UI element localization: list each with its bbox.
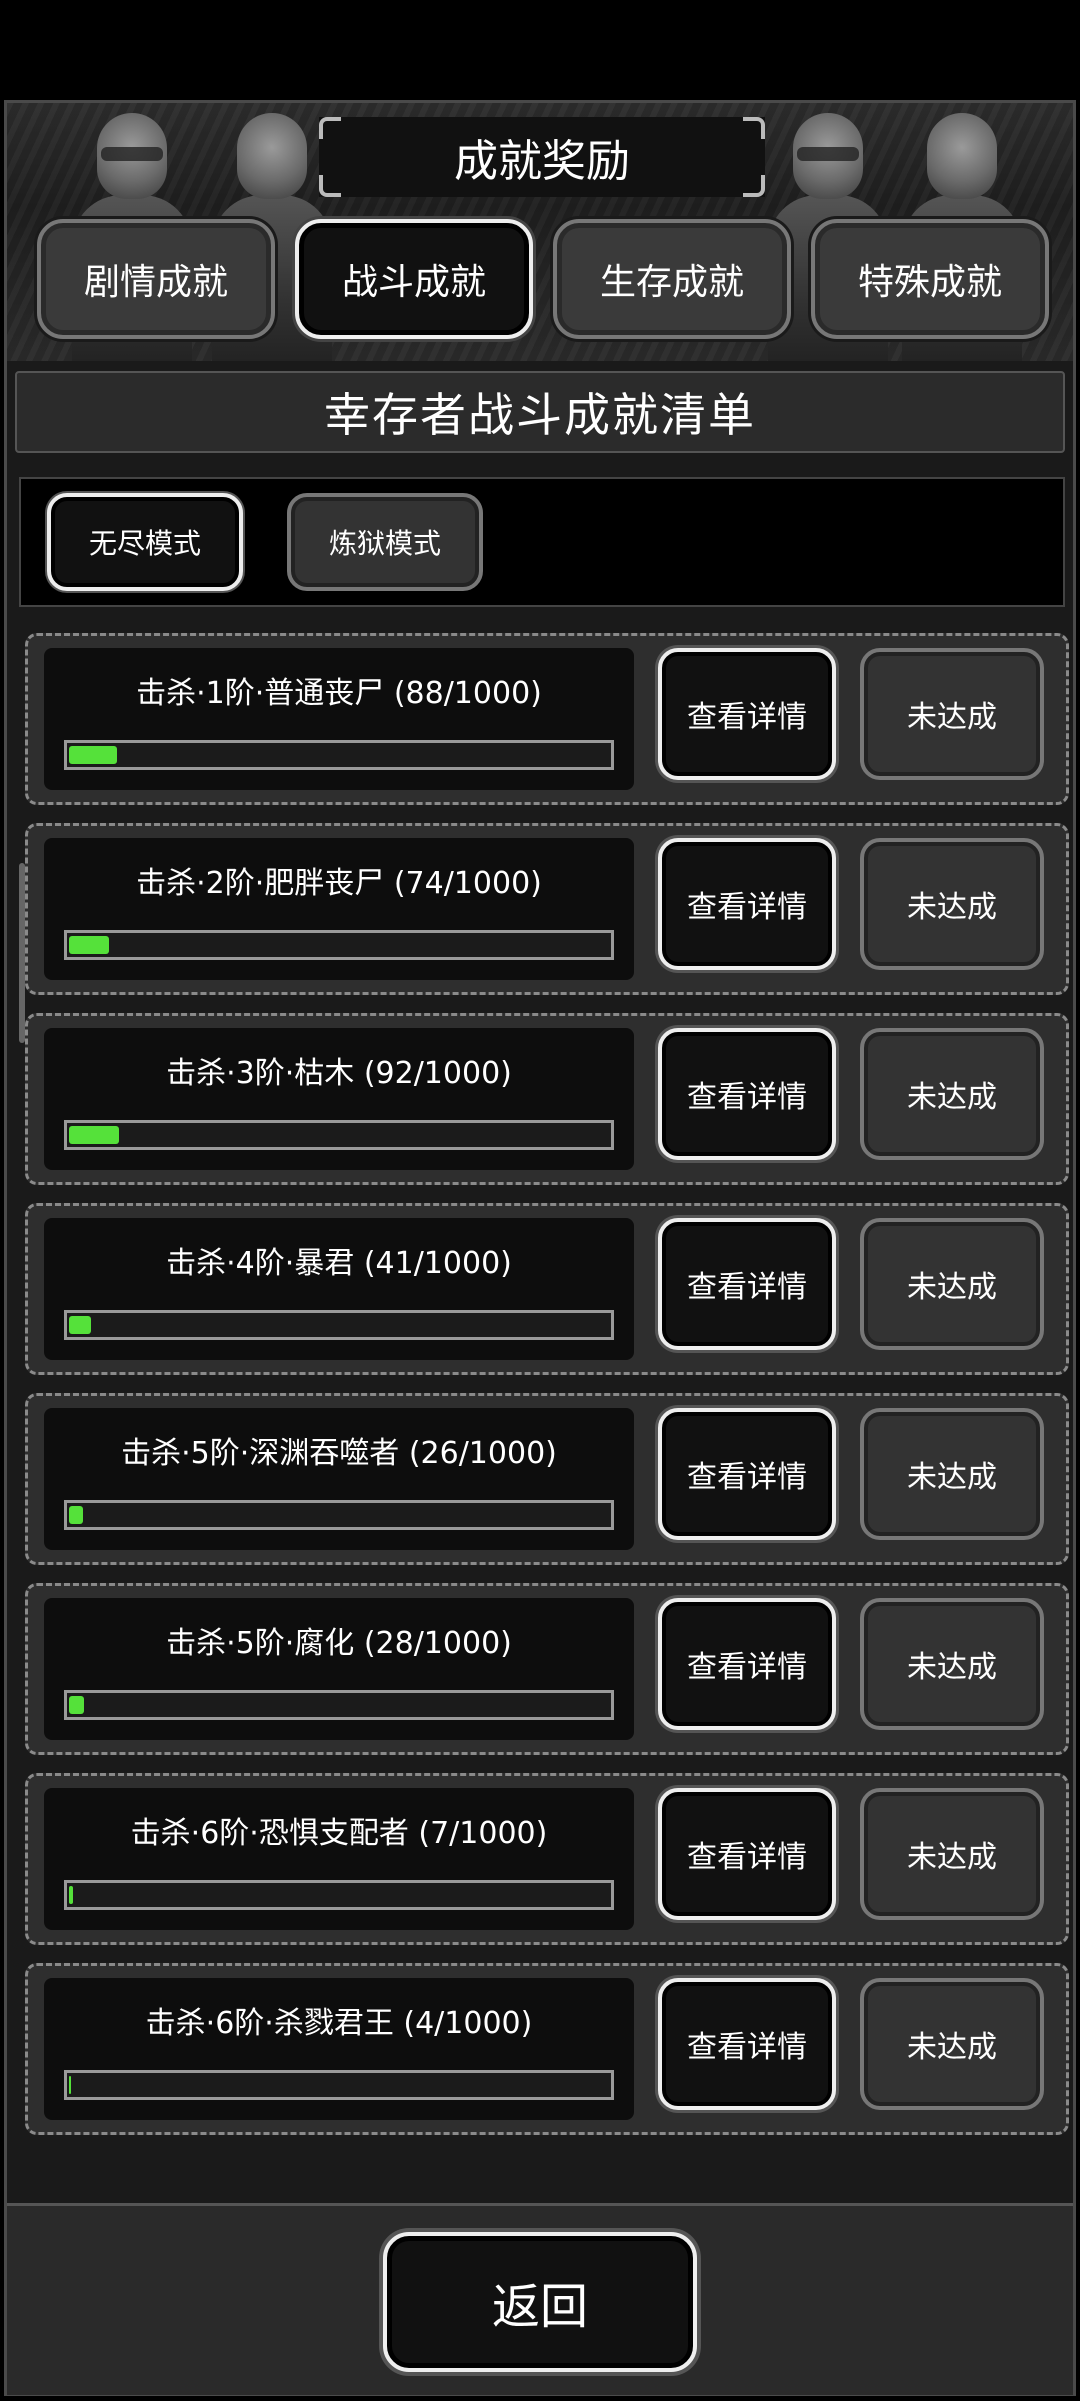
footer-bar: 返回 [7,2203,1073,2395]
achievement-info: 击杀·4阶·暴君 (41/1000) [44,1218,634,1360]
tab-label: 特殊成就 [857,262,1002,303]
mode-inferno-button[interactable]: 炼狱模式 [287,493,483,591]
view-details-label: 查看详情 [687,1080,807,1115]
status-label: 未达成 [907,1840,997,1875]
list-heading-text: 幸存者战斗成就清单 [324,388,756,442]
status-label: 未达成 [907,1080,997,1115]
view-details-label: 查看详情 [687,1840,807,1875]
achievement-label: 击杀·3阶·枯木 (92/1000) [166,1056,512,1091]
achievement-label: 击杀·2阶·肥胖丧尸 (74/1000) [136,866,542,901]
progress-bar [64,1880,614,1910]
achievement-row: 击杀·3阶·枯木 (92/1000) 查看详情 未达成 [25,1013,1069,1185]
progress-fill [69,1886,73,1904]
progress-fill [69,1126,119,1144]
view-details-button[interactable]: 查看详情 [658,648,836,780]
view-details-button[interactable]: 查看详情 [658,1218,836,1350]
progress-fill [69,2076,71,2094]
status-button[interactable]: 未达成 [860,1028,1044,1160]
achievement-info: 击杀·1阶·普通丧尸 (88/1000) [44,648,634,790]
achievement-row: 击杀·6阶·恐惧支配者 (7/1000) 查看详情 未达成 [25,1773,1069,1945]
achievement-row: 击杀·1阶·普通丧尸 (88/1000) 查看详情 未达成 [25,633,1069,805]
status-button[interactable]: 未达成 [860,838,1044,970]
category-tabs: 剧情成就 战斗成就 生存成就 特殊成就 [37,219,1049,339]
back-label: 返回 [491,2279,588,2335]
achievement-info: 击杀·6阶·恐惧支配者 (7/1000) [44,1788,634,1930]
tab-survival[interactable]: 生存成就 [553,219,791,339]
status-button[interactable]: 未达成 [860,648,1044,780]
tab-story[interactable]: 剧情成就 [37,219,275,339]
view-details-label: 查看详情 [687,700,807,735]
achievement-info: 击杀·2阶·肥胖丧尸 (74/1000) [44,838,634,980]
status-label: 未达成 [907,2030,997,2065]
status-label: 未达成 [907,700,997,735]
title-frame: 成就奖励 [319,117,765,197]
status-label: 未达成 [907,1270,997,1305]
progress-bar [64,1690,614,1720]
header-banner: 成就奖励 剧情成就 战斗成就 生存成就 特殊成就 [7,103,1073,361]
status-button[interactable]: 未达成 [860,1598,1044,1730]
view-details-button[interactable]: 查看详情 [658,838,836,970]
status-label: 未达成 [907,1460,997,1495]
back-button[interactable]: 返回 [383,2232,697,2372]
progress-bar [64,2070,614,2100]
page-title: 成就奖励 [454,136,630,187]
achievement-row: 击杀·6阶·杀戮君王 (4/1000) 查看详情 未达成 [25,1963,1069,2135]
achievement-label: 击杀·1阶·普通丧尸 (88/1000) [136,676,542,711]
achievement-info: 击杀·5阶·腐化 (28/1000) [44,1598,634,1740]
achievement-row: 击杀·2阶·肥胖丧尸 (74/1000) 查看详情 未达成 [25,823,1069,995]
mode-label: 炼狱模式 [328,527,441,560]
progress-fill [69,1696,84,1714]
achievement-label: 击杀·6阶·杀戮君王 (4/1000) [145,2006,533,2041]
achievement-label: 击杀·5阶·深渊吞噬者 (26/1000) [121,1436,557,1471]
achievement-label: 击杀·4阶·暴君 (41/1000) [166,1246,512,1281]
tab-label: 剧情成就 [83,262,228,303]
view-details-label: 查看详情 [687,890,807,925]
status-button[interactable]: 未达成 [860,1218,1044,1350]
view-details-label: 查看详情 [687,2030,807,2065]
achievement-row: 击杀·5阶·深渊吞噬者 (26/1000) 查看详情 未达成 [25,1393,1069,1565]
achievement-window: 成就奖励 剧情成就 战斗成就 生存成就 特殊成就 幸存者战斗成就清单 无尽模式 … [4,100,1076,2396]
achievement-row: 击杀·5阶·腐化 (28/1000) 查看详情 未达成 [25,1583,1069,1755]
progress-fill [69,746,117,764]
progress-bar [64,1500,614,1530]
progress-bar [64,1310,614,1340]
achievement-label: 击杀·5阶·腐化 (28/1000) [166,1626,512,1661]
achievement-info: 击杀·5阶·深渊吞噬者 (26/1000) [44,1408,634,1550]
progress-fill [69,1316,91,1334]
progress-bar [64,930,614,960]
status-button[interactable]: 未达成 [860,1978,1044,2110]
achievement-label: 击杀·6阶·恐惧支配者 (7/1000) [130,1816,548,1851]
view-details-button[interactable]: 查看详情 [658,1598,836,1730]
progress-fill [69,1506,83,1524]
list-heading: 幸存者战斗成就清单 [15,371,1065,453]
status-button[interactable]: 未达成 [860,1408,1044,1540]
tab-special[interactable]: 特殊成就 [811,219,1049,339]
achievement-row: 击杀·4阶·暴君 (41/1000) 查看详情 未达成 [25,1203,1069,1375]
view-details-button[interactable]: 查看详情 [658,1978,836,2110]
mode-selector: 无尽模式 炼狱模式 [19,477,1065,607]
view-details-button[interactable]: 查看详情 [658,1788,836,1920]
view-details-label: 查看详情 [687,1460,807,1495]
status-button[interactable]: 未达成 [860,1788,1044,1920]
status-label: 未达成 [907,890,997,925]
progress-bar [64,1120,614,1150]
tab-combat[interactable]: 战斗成就 [295,219,533,339]
view-details-label: 查看详情 [687,1270,807,1305]
view-details-label: 查看详情 [687,1650,807,1685]
achievement-info: 击杀·6阶·杀戮君王 (4/1000) [44,1978,634,2120]
tab-label: 战斗成就 [341,262,486,303]
progress-bar [64,740,614,770]
mode-label: 无尽模式 [88,527,201,560]
status-label: 未达成 [907,1650,997,1685]
progress-fill [69,936,109,954]
mode-endless-button[interactable]: 无尽模式 [47,493,243,591]
view-details-button[interactable]: 查看详情 [658,1028,836,1160]
tab-label: 生存成就 [599,262,744,303]
view-details-button[interactable]: 查看详情 [658,1408,836,1540]
achievement-info: 击杀·3阶·枯木 (92/1000) [44,1028,634,1170]
